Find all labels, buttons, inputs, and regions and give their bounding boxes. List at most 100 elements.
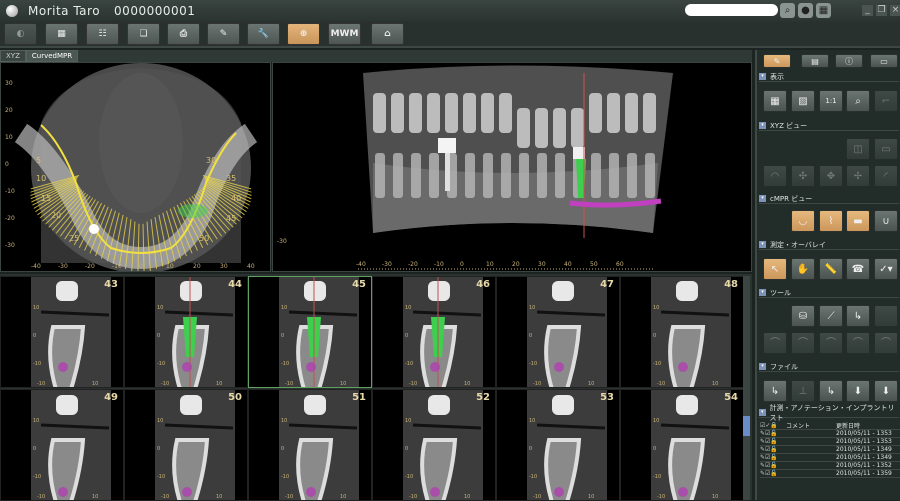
cross-section-54[interactable]: 100-10-1010 54 — [620, 389, 744, 501]
y-tick-label: 0 — [5, 161, 9, 168]
hand-icon[interactable]: ✋ — [791, 258, 815, 280]
list-button[interactable]: ☷ — [86, 23, 119, 45]
tool-icon[interactable]: ⌒ — [763, 332, 787, 354]
actual-size-button[interactable]: 1:1 — [819, 90, 843, 112]
xyz-tool-icon[interactable]: ◫ — [846, 138, 870, 160]
row-status-icons[interactable]: ✎☑🔓 — [760, 446, 786, 453]
tab-notes[interactable]: ▤ — [801, 54, 829, 68]
panoramic-view[interactable]: -40-30-20-100102030405060-30 — [272, 62, 752, 272]
close-button[interactable]: × — [890, 5, 900, 16]
tool-icon[interactable]: ⌒ — [819, 332, 843, 354]
tab-edit[interactable]: ✎ — [763, 54, 791, 68]
restore-button[interactable]: ❐ — [876, 5, 887, 16]
cross-section-52[interactable]: 100-10-1010 52 — [372, 389, 496, 501]
thumbnail-grid-button[interactable]: ▦ — [45, 23, 78, 45]
ruler-icon[interactable]: 📏 — [819, 258, 843, 280]
list-item[interactable]: ✎☑🔓2010/05/11 - 1353 — [760, 438, 900, 446]
search-icon[interactable]: ⌕ — [780, 3, 795, 18]
row-status-icons[interactable]: ✎☑🔓 — [760, 470, 786, 477]
cross-section-43[interactable]: 100-10-1010 43 — [0, 276, 124, 388]
x-tick-label: -10 — [37, 494, 45, 500]
row-status-icons[interactable]: ✎☑🔓 — [760, 454, 786, 461]
list-item[interactable]: ✎☑🔓2010/05/11 - 1349 — [760, 454, 900, 462]
section-xyz-view[interactable]: ▾XYZ ビュー — [759, 121, 899, 131]
x-tick-label: 10 — [712, 381, 718, 387]
file-disabled-icon[interactable]: ⊥ — [791, 380, 815, 402]
mwm-button[interactable]: MWM — [328, 23, 361, 45]
stack-button[interactable]: ❏ — [127, 23, 160, 45]
patient-button[interactable]: ◐ — [4, 23, 37, 45]
xyz-tool-icon[interactable]: ◜ — [874, 165, 898, 187]
export-icon[interactable]: ↳ — [846, 305, 870, 327]
xyz-tool-icon[interactable]: ✣ — [791, 165, 815, 187]
section-measure-overlay[interactable]: ▾測定・オーバレイ — [759, 240, 899, 250]
implant-icon[interactable]: ⛁ — [791, 305, 815, 327]
home-button[interactable]: ⌂ — [371, 23, 404, 45]
scrollbar-thumb[interactable] — [743, 416, 750, 436]
cross-section-44[interactable]: 100-10-1010 44 — [124, 276, 248, 388]
xyz-tool-icon[interactable]: ✥ — [819, 165, 843, 187]
cross-section-50[interactable]: 100-10-1010 50 — [124, 389, 248, 501]
row-status-icons[interactable]: ✎☑🔓 — [760, 430, 786, 437]
section-cmpr-view[interactable]: ▾cMPR ビュー — [759, 194, 899, 204]
xyz-tool-icon[interactable]: ✢ — [846, 165, 870, 187]
list-item[interactable]: ✎☑🔓2010/05/11 - 1349 — [760, 446, 900, 454]
grid-icon[interactable]: ▦ — [816, 3, 831, 18]
arch-icon[interactable]: ◡ — [791, 210, 815, 232]
tab-xyz[interactable]: XYZ — [0, 50, 26, 62]
tool-icon[interactable]: ⌒ — [791, 332, 815, 354]
updated-header[interactable]: 更新日時 — [836, 421, 900, 430]
cross-section-53[interactable]: 100-10-1010 53 — [496, 389, 620, 501]
tab-curved-mpr[interactable]: CurvedMPR — [26, 50, 78, 62]
xyz-tool-icon[interactable]: ◠ — [763, 165, 787, 187]
cross-section-45[interactable]: 100-10-1010 45 — [248, 276, 372, 388]
implant-view-button[interactable]: ⊕ — [287, 23, 320, 45]
row-status-icons[interactable]: ✎☑🔓 — [760, 438, 786, 445]
xyz-tool-icon[interactable]: ▭ — [874, 138, 898, 160]
file-send-icon[interactable]: ↳ — [819, 380, 843, 402]
save-icon[interactable]: ⬇ — [874, 380, 898, 402]
section-display[interactable]: ▾表示 — [759, 72, 899, 82]
axial-view[interactable]: 3020100-10-20-30-40-30-20-10010203040510… — [0, 62, 271, 272]
section-measurement-list[interactable]: ▾計測・アノテーション・インプラントリスト — [759, 408, 899, 418]
comment-header[interactable]: コメント — [786, 421, 836, 430]
angle-icon[interactable]: ☎ — [846, 258, 870, 280]
pointer-icon[interactable]: ↖ — [763, 258, 787, 280]
cross-section-scrollbar[interactable] — [743, 276, 750, 500]
layout-icon[interactable]: ▦ — [763, 90, 787, 112]
curve-icon[interactable]: ∪ — [874, 210, 898, 232]
nerve-icon[interactable]: ⟋ — [819, 305, 843, 327]
panoramic-icon[interactable]: ▬ — [846, 210, 870, 232]
search-input[interactable] — [685, 4, 778, 16]
image-icon[interactable]: ▨ — [791, 90, 815, 112]
cross-section-49[interactable]: 100-10-1010 49 — [0, 389, 124, 501]
print-button[interactable]: ⎙ — [167, 23, 200, 45]
row-status-icons[interactable]: ✎☑🔓 — [760, 462, 786, 469]
cross-section-icon[interactable]: ⌇ — [819, 210, 843, 232]
blank-tool-icon[interactable] — [874, 305, 898, 327]
list-item[interactable]: ✎☑🔓2010/05/11 - 1359 — [760, 470, 900, 478]
tab-tray[interactable]: ▭ — [870, 54, 898, 68]
tab-info[interactable]: ⓘ — [835, 54, 863, 68]
section-tools[interactable]: ▾ツール — [759, 288, 899, 298]
tool-icon[interactable]: ⌒ — [846, 332, 870, 354]
user-icon[interactable]: ● — [798, 3, 813, 18]
list-item[interactable]: ✎☑🔓2010/05/11 - 1352 — [760, 462, 900, 470]
annotation-dropdown-icon[interactable]: ✓▾ — [874, 258, 898, 280]
tooth — [643, 93, 656, 133]
zoom-icon[interactable]: ⌕ — [846, 90, 870, 112]
report-button[interactable]: ✎ — [207, 23, 240, 45]
file-export-icon[interactable]: ↳ — [763, 380, 787, 402]
minimize-button[interactable]: _ — [862, 5, 873, 16]
section-file[interactable]: ▾ファイル — [759, 362, 899, 372]
cross-section-46[interactable]: 100-10-1010 46 — [372, 276, 496, 388]
list-item[interactable]: ✎☑🔓2010/05/11 - 1353 — [760, 430, 900, 438]
cross-section-48[interactable]: 100-10-1010 48 — [620, 276, 744, 388]
disabled-tool-icon[interactable]: ⌐ — [874, 90, 898, 112]
cross-section-47[interactable]: 100-10-1010 47 — [496, 276, 620, 388]
cross-section-image: 100-10-1010 — [621, 277, 744, 388]
cross-section-51[interactable]: 100-10-1010 51 — [248, 389, 372, 501]
wrench-button[interactable]: 🔧 — [247, 23, 280, 45]
download-icon[interactable]: ⬇ — [846, 380, 870, 402]
tool-icon[interactable]: ⌒ — [874, 332, 898, 354]
